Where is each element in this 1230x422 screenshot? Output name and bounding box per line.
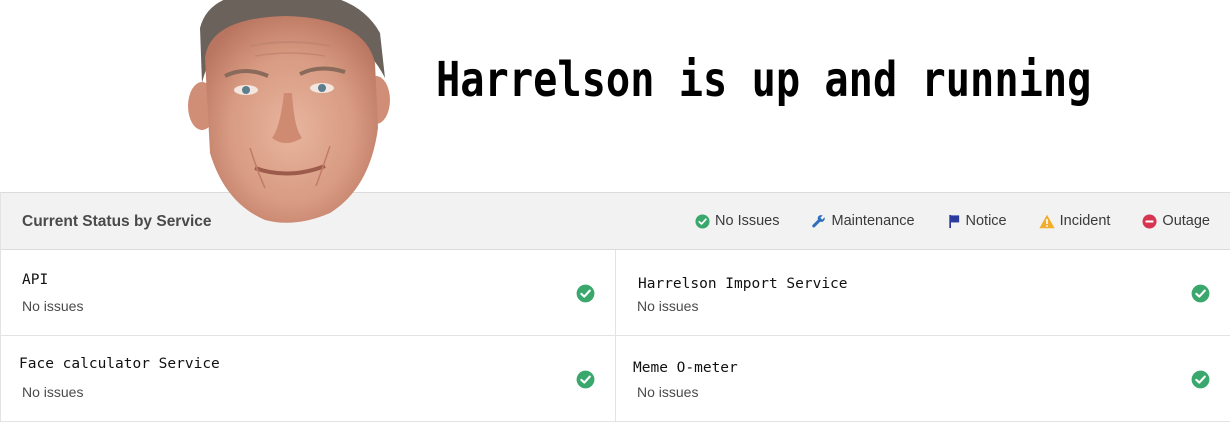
service-row: Face calculator Service No issues [1, 336, 616, 422]
check-circle-icon [695, 213, 710, 229]
legend-label: Maintenance [831, 213, 915, 229]
service-row: Harrelson Import Service No issues [616, 250, 1230, 336]
warning-triangle-icon [1039, 214, 1055, 228]
wrench-icon [812, 214, 826, 228]
service-name: Meme O-meter [633, 360, 738, 376]
service-status: No issues [637, 298, 699, 314]
service-status: No issues [22, 384, 84, 400]
legend-notice: Notice [947, 213, 1007, 229]
service-name: API [22, 272, 49, 288]
legend-no-issues: No Issues [695, 213, 779, 229]
legend-label: No Issues [715, 213, 780, 229]
service-name: Harrelson Import Service [638, 276, 848, 292]
legend-label: Incident [1059, 213, 1111, 229]
service-row: API No issues [1, 250, 616, 336]
legend-maintenance: Maintenance [811, 213, 915, 229]
minus-circle-icon [1142, 213, 1157, 229]
service-status: No issues [22, 298, 84, 314]
check-circle-icon [576, 284, 595, 303]
legend-label: Outage [1162, 213, 1210, 229]
page-header: Harrelson is up and running [0, 0, 1230, 223]
legend-label: Notice [965, 213, 1007, 229]
page-headline: Harrelson is up and running [436, 52, 1092, 108]
check-circle-icon [576, 370, 595, 389]
check-circle-icon [1191, 370, 1210, 389]
status-legend: No Issues Maintenance Notice Incident Ou… [695, 213, 1210, 229]
services-grid: API No issues Harrelson Import Service N… [1, 250, 1230, 422]
service-name: Face calculator Service [19, 356, 220, 372]
service-status: No issues [637, 384, 699, 400]
flag-icon [948, 214, 959, 228]
face-photo [188, 0, 390, 223]
check-circle-icon [1191, 284, 1210, 303]
service-row: Meme O-meter No issues [616, 336, 1230, 422]
legend-incident: Incident [1039, 213, 1111, 229]
legend-outage: Outage [1142, 213, 1210, 229]
